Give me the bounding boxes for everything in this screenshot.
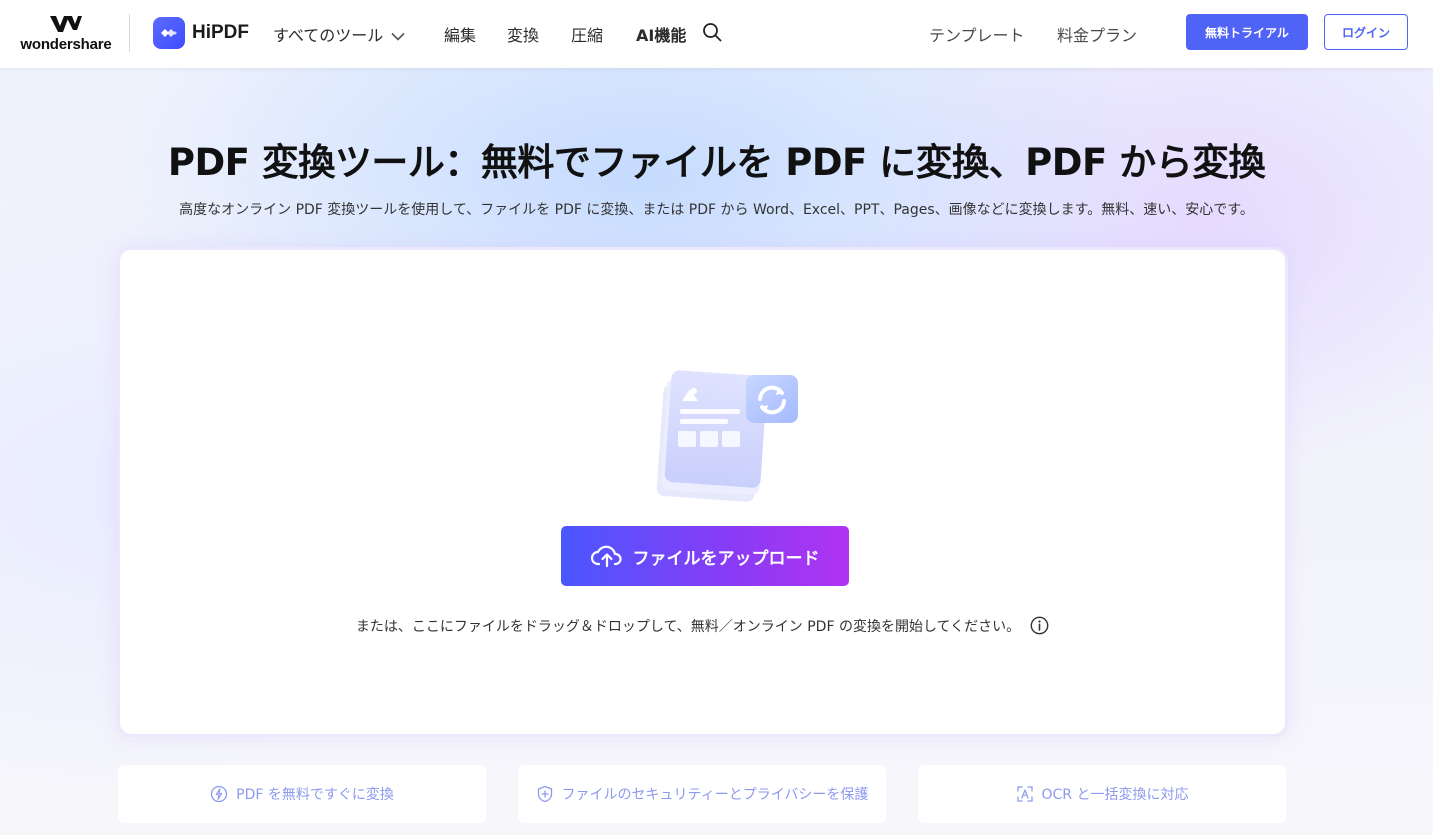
ocr-icon [1016,786,1033,802]
feature-free-convert-label: PDF を無料ですぐに変換 [236,787,394,803]
header-divider [129,14,130,52]
nav-all-tools-label: すべてのツール [273,26,384,45]
feature-security-label: ファイルのセキュリティーとプライバシーを保護 [561,787,869,803]
feature-free-convert: PDF を無料ですぐに変換 [118,765,486,823]
file-convert-illustration-icon [656,370,798,502]
login-button[interactable]: ログイン [1324,14,1408,50]
wondershare-logo-text: wondershare [20,36,112,53]
free-trial-button[interactable]: 無料トライアル [1186,14,1308,50]
page-subtitle: 高度なオンライン PDF 変換ツールを使用して、ファイルを PDF に変換、また… [179,202,1254,218]
upload-file-button-label: ファイルをアップロード [632,548,820,568]
wondershare-logo[interactable]: wondershare [20,14,112,54]
feature-ocr-label: OCR と一括変換に対応 [1041,787,1189,803]
upload-dropzone[interactable]: ファイルをアップロード または、ここにファイルをドラッグ＆ドロップして、無料／オ… [117,247,1288,737]
nav-templates[interactable]: テンプレート [929,22,1025,46]
page-title: PDF 変換ツール：無料でファイルを PDF に変換、PDF から変換 [167,141,1266,184]
cloud-upload-icon [590,545,622,568]
feature-ocr: OCR と一括変換に対応 [918,765,1286,823]
nav-convert[interactable]: 変換 [507,22,539,46]
shield-icon [537,785,552,803]
nav-pricing[interactable]: 料金プラン [1057,22,1137,46]
nav-ai-features[interactable]: AI機能 [636,22,686,46]
drag-drop-hint-text: または、ここにファイルをドラッグ＆ドロップして、無料／オンライン PDF の変換… [355,619,1021,635]
drag-drop-hint: または、ここにファイルをドラッグ＆ドロップして、無料／オンライン PDF の変換… [120,616,1285,636]
chevron-down-icon [391,32,405,41]
info-icon[interactable] [1030,616,1049,635]
hipdf-logo-icon [153,17,185,49]
nav-all-tools[interactable]: すべてのツール [273,22,405,46]
search-icon[interactable] [702,22,722,42]
top-navigation-bar: wondershare HiPDF すべてのツール 編集 変換 圧縮 AI機能 … [0,0,1433,68]
lightning-icon [210,785,228,803]
hipdf-logo[interactable]: HiPDF [153,17,249,49]
nav-edit[interactable]: 編集 [444,22,476,46]
feature-security: ファイルのセキュリティーとプライバシーを保護 [518,765,886,823]
hipdf-logo-text: HiPDF [192,22,249,43]
upload-file-button[interactable]: ファイルをアップロード [561,526,849,586]
nav-compress[interactable]: 圧縮 [571,22,603,46]
wondershare-logo-icon [50,16,82,32]
